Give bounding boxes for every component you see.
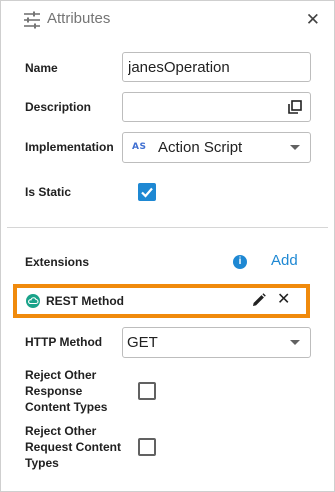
extension-item-rest-method[interactable]: REST Method ✕ bbox=[19, 289, 304, 313]
chevron-down-icon bbox=[290, 340, 300, 345]
implementation-value: Action Script bbox=[158, 139, 243, 156]
reject-response-checkbox[interactable] bbox=[138, 382, 156, 400]
attributes-panel: Attributes ✕ Name Description Implementa… bbox=[0, 0, 335, 492]
extensions-label: Extensions bbox=[25, 255, 90, 269]
expand-editor-icon[interactable] bbox=[288, 100, 302, 114]
info-icon[interactable]: i bbox=[233, 255, 247, 269]
description-label: Description bbox=[25, 100, 92, 114]
http-method-select[interactable]: GET bbox=[122, 327, 311, 358]
close-icon[interactable]: ✕ bbox=[277, 290, 290, 310]
name-field-box bbox=[122, 52, 311, 82]
http-method-label: HTTP Method bbox=[25, 335, 103, 349]
check-icon bbox=[141, 187, 153, 198]
name-field[interactable] bbox=[128, 53, 288, 81]
name-label: Name bbox=[25, 61, 58, 75]
cloud-icon bbox=[26, 294, 40, 308]
panel-title: Attributes bbox=[47, 10, 111, 27]
description-field[interactable] bbox=[128, 93, 288, 121]
panel-header: Attributes ✕ bbox=[1, 1, 334, 41]
reject-response-label: Reject Other Response Content Types bbox=[25, 368, 108, 414]
implementation-select[interactable]: AS Action Script bbox=[122, 132, 311, 163]
chevron-down-icon bbox=[290, 145, 300, 150]
reject-request-checkbox[interactable] bbox=[138, 438, 156, 456]
reject-request-label: Reject Other Request Content Types bbox=[25, 424, 121, 470]
implementation-label: Implementation bbox=[25, 140, 114, 154]
pencil-icon[interactable] bbox=[252, 293, 266, 307]
action-script-icon: AS bbox=[132, 142, 147, 152]
section-divider bbox=[7, 227, 328, 228]
http-method-value: GET bbox=[127, 334, 158, 351]
sliders-icon bbox=[24, 11, 40, 29]
is-static-label: Is Static bbox=[25, 185, 72, 199]
is-static-checkbox[interactable] bbox=[138, 183, 156, 201]
extension-item-label: REST Method bbox=[46, 294, 124, 308]
close-icon[interactable]: ✕ bbox=[306, 11, 320, 29]
description-field-box bbox=[122, 92, 311, 122]
add-extension-link[interactable]: Add bbox=[271, 252, 298, 269]
